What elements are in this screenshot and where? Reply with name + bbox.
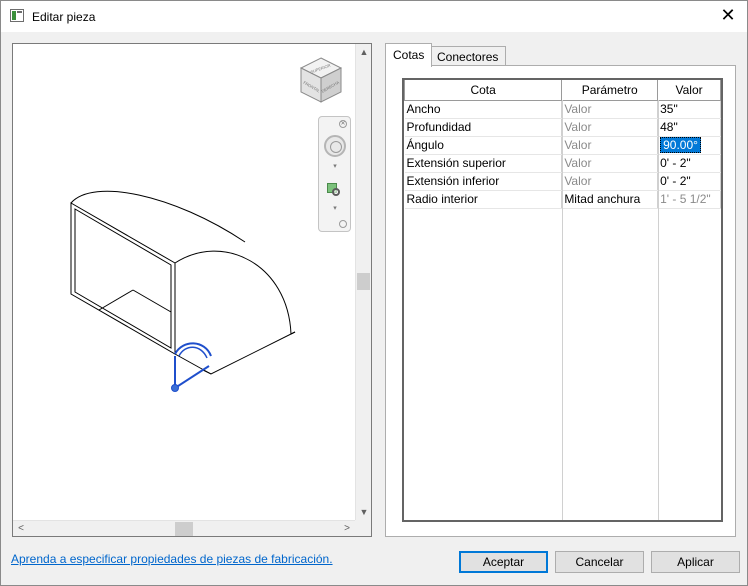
scroll-left-icon[interactable]: < [13,521,29,537]
column-divider [658,100,659,520]
scroll-thumb[interactable] [357,273,370,290]
column-header-parametro[interactable]: Parámetro [561,80,659,101]
app-icon [10,9,24,22]
selected-value[interactable]: 90.00° [660,137,701,153]
title-bar: Editar pieza ✕ [1,1,747,32]
close-icon[interactable]: ✕ [339,120,347,128]
vertical-scrollbar[interactable]: ▲ ▼ [355,44,371,520]
scrollbar-corner [355,520,371,536]
chevron-down-icon[interactable]: ▾ [332,205,338,213]
apply-button[interactable]: Aplicar [651,551,740,573]
tab-cotas[interactable]: Cotas [385,43,433,67]
accept-button[interactable]: Aceptar [459,551,548,573]
column-header-valor[interactable]: Valor [657,80,721,101]
parametro-cell[interactable]: Valor [561,154,659,173]
cota-cell: Ancho [404,100,563,119]
cancel-button[interactable]: Cancelar [555,551,644,573]
close-icon[interactable]: ✕ [715,4,741,28]
scroll-up-icon[interactable]: ▲ [356,44,372,60]
parametro-cell[interactable]: Valor [561,100,659,119]
valor-cell[interactable]: 0' - 2" [657,172,721,191]
tab-conectores[interactable]: Conectores [429,46,507,66]
valor-cell[interactable]: 48" [657,118,721,137]
cota-cell: Extensión superior [404,154,563,173]
navigation-bar: ✕ ▾ ▾ [318,116,351,232]
viewcube-icon[interactable]: SUPERIOR FRONTAL DERECHA [297,56,345,108]
cota-cell: Ángulo [404,136,563,155]
chevron-down-icon[interactable]: ▾ [332,163,338,171]
cota-cell: Extensión inferior [404,172,563,191]
horizontal-scrollbar[interactable]: < > [13,520,355,536]
dimensions-panel: Cota Parámetro Valor Ancho Valor 35" Pro… [385,65,736,537]
column-header-cota[interactable]: Cota [403,80,563,101]
scroll-thumb[interactable] [175,522,193,536]
column-divider [562,100,563,520]
parametro-cell[interactable]: Valor [561,136,659,155]
parametro-cell[interactable]: Valor [561,118,659,137]
dimensions-grid: Cota Parámetro Valor Ancho Valor 35" Pro… [402,78,723,522]
zoom-region-icon[interactable] [327,183,343,199]
valor-cell[interactable]: 35" [657,100,721,119]
parametro-cell[interactable]: Valor [561,172,659,191]
edit-part-dialog: Editar pieza ✕ SUPERIOR FRONTAL DERECHA … [0,0,748,586]
parametro-cell[interactable]: Mitad anchura [561,190,659,209]
part-preview-viewport[interactable]: SUPERIOR FRONTAL DERECHA ✕ ▾ ▾ ▲ ▼ < > [12,43,372,537]
gear-icon[interactable] [339,220,347,228]
valor-cell[interactable]: 0' - 2" [657,154,721,173]
valor-cell-selected[interactable]: 90.00° [657,136,721,155]
scroll-down-icon[interactable]: ▼ [356,504,372,520]
help-link[interactable]: Aprenda a especificar propiedades de pie… [11,552,333,566]
part-3d-model [70,190,296,392]
steering-wheel-icon[interactable] [324,135,346,157]
scroll-right-icon[interactable]: > [339,521,355,537]
valor-cell[interactable]: 1' - 5 1/2" [657,190,721,209]
window-title: Editar pieza [32,10,96,24]
cota-cell: Radio interior [404,190,563,209]
cota-cell: Profundidad [404,118,563,137]
